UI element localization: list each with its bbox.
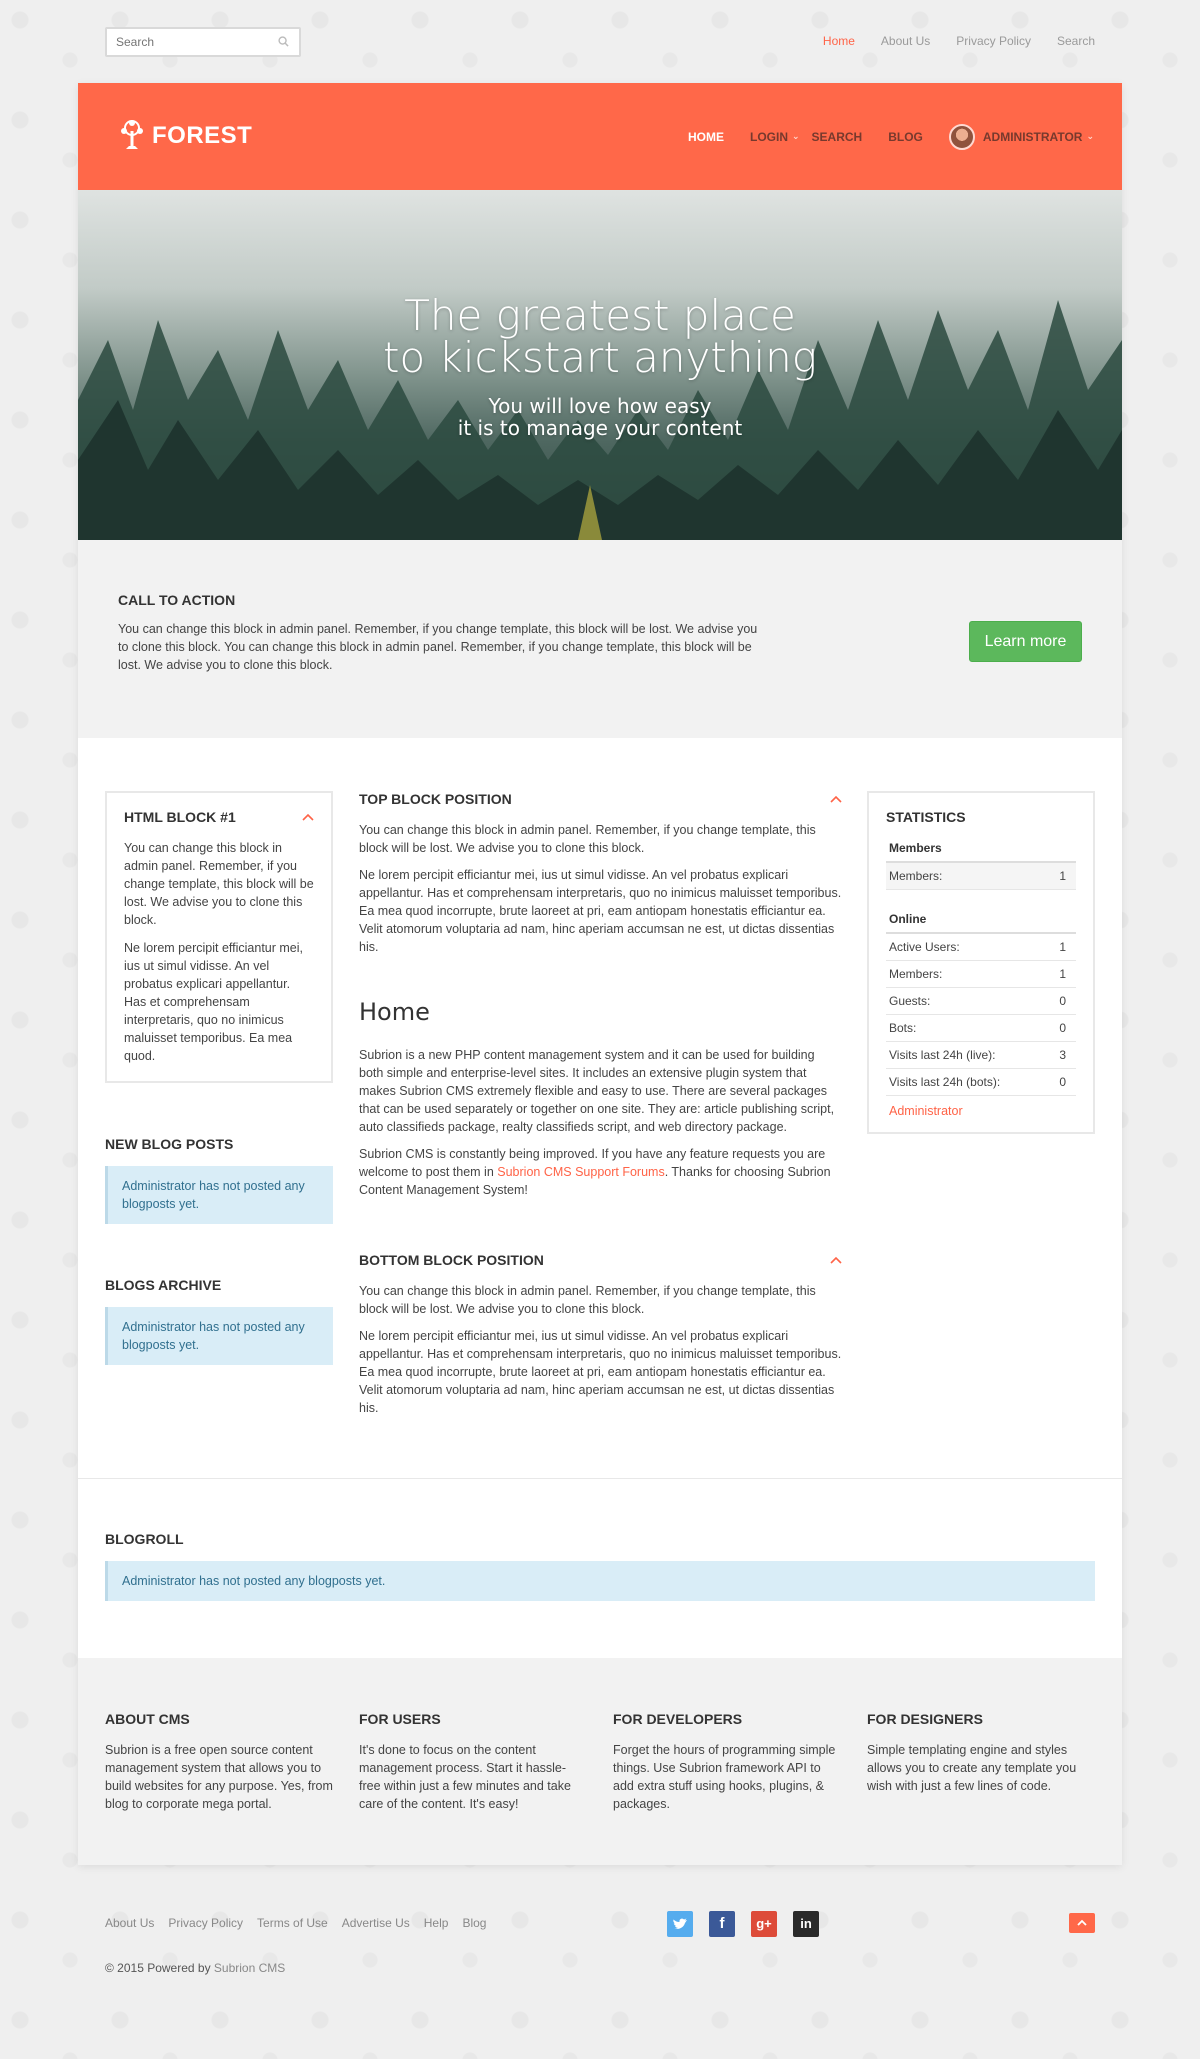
main-card: FOREST HOME LOGIN ⌄ SEARCH BLOG ADMINISTR… — [78, 83, 1122, 1865]
footer-link-privacy-policy[interactable]: Privacy Policy — [168, 1916, 243, 1930]
back-to-top-button[interactable] — [1069, 1913, 1095, 1933]
blogroll-title: BLOGROLL — [105, 1531, 184, 1547]
social-icons: f g+ in — [667, 1911, 819, 1937]
subrion-cms-link[interactable]: Subrion CMS — [214, 1961, 285, 1975]
divider — [78, 1478, 1122, 1479]
table-row: Visits last 24h (bots): 0 — [886, 1068, 1076, 1096]
cta-title: CALL TO ACTION — [118, 592, 236, 608]
bottom-block-paragraph: You can change this block in admin panel… — [359, 1284, 816, 1316]
right-sidebar: STATISTICS Members Members: 1 Online Acti… — [867, 791, 1095, 1134]
site-header: FOREST HOME LOGIN ⌄ SEARCH BLOG ADMINISTR… — [78, 83, 1122, 190]
footer-link-terms-of-use[interactable]: Terms of Use — [257, 1916, 328, 1930]
chevron-down-icon: ⌄ — [1086, 131, 1094, 141]
call-to-action: CALL TO ACTION You can change this block… — [78, 540, 1122, 738]
online-header: Online — [886, 904, 1076, 934]
hero-title: The greatest place to kickstart anything — [383, 291, 817, 382]
facebook-icon[interactable]: f — [709, 1911, 735, 1937]
footer-col-users: FOR USERS It's done to focus on the cont… — [359, 1711, 571, 1811]
learn-more-button[interactable]: Learn more — [969, 621, 1082, 662]
nav-home[interactable]: HOME — [688, 130, 724, 144]
top-block-paragraph: You can change this block in admin panel… — [359, 823, 816, 855]
chevron-up-icon[interactable] — [830, 1256, 842, 1264]
top-block-title: TOP BLOCK POSITION — [359, 791, 512, 807]
blogs-archive-title: BLOGS ARCHIVE — [105, 1277, 222, 1293]
footer-col-about: ABOUT CMS Subrion is a free open source … — [105, 1711, 333, 1811]
chevron-down-icon: ⌄ — [792, 131, 800, 141]
avatar — [948, 123, 975, 150]
site-logo-text: FOREST — [152, 122, 253, 149]
administrator-link[interactable]: Administrator — [889, 1104, 1076, 1118]
statistics-block: STATISTICS Members Members: 1 Online Acti… — [867, 791, 1095, 1134]
table-row: Active Users: 1 — [886, 933, 1076, 961]
main-nav: HOME LOGIN ⌄ SEARCH BLOG ADMINISTRATOR ⌄ — [662, 83, 1094, 190]
footer-link-advertise-us[interactable]: Advertise Us — [342, 1916, 410, 1930]
page-title: Home — [359, 998, 430, 1026]
top-bar: Home About Us Privacy Policy Search — [105, 27, 1095, 57]
nav-login[interactable]: LOGIN ⌄ — [750, 130, 800, 144]
top-link-search[interactable]: Search — [1057, 34, 1095, 48]
html-block-title: HTML BLOCK #1 — [124, 809, 236, 825]
cta-text: You can change this block in admin panel… — [118, 622, 758, 672]
blogroll-message: Administrator has not posted any blogpos… — [105, 1561, 1095, 1601]
chevron-up-icon[interactable] — [830, 795, 842, 803]
twitter-icon[interactable] — [667, 1911, 693, 1937]
left-sidebar: HTML BLOCK #1 You can change this block … — [105, 791, 333, 1365]
top-links: Home About Us Privacy Policy Search — [823, 34, 1095, 48]
top-search-field[interactable] — [105, 27, 301, 57]
chevron-up-icon — [1077, 1919, 1087, 1926]
hero-text: The greatest place to kickstart anything… — [78, 291, 1122, 440]
top-link-about-us[interactable]: About Us — [881, 34, 930, 48]
html-block-paragraph: Ne lorem percipit efficiantur mei, ius u… — [124, 941, 304, 1063]
members-table: Members Members: 1 — [886, 833, 1076, 890]
online-table: Online Active Users: 1 Members: 1 Guests: 0… — [886, 904, 1076, 1096]
chevron-up-icon[interactable] — [302, 813, 314, 821]
search-icon[interactable] — [278, 36, 289, 47]
home-paragraph: Subrion is a new PHP content management … — [359, 1048, 835, 1134]
table-row: Guests: 0 — [886, 987, 1076, 1015]
members-header: Members — [886, 833, 1076, 863]
footer-links: About Us Privacy Policy Terms of Use Adv… — [105, 1916, 486, 1930]
nav-search[interactable]: SEARCH — [812, 130, 863, 144]
table-row: Bots: 0 — [886, 1014, 1076, 1042]
new-blog-posts-message: Administrator has not posted any blogpos… — [105, 1166, 333, 1224]
footer-link-blog[interactable]: Blog — [462, 1916, 486, 1930]
nav-administrator[interactable]: ADMINISTRATOR ⌄ — [948, 123, 1094, 150]
top-search-input[interactable] — [107, 29, 267, 55]
blogroll-section: BLOGROLL Administrator has not posted an… — [105, 1531, 1095, 1601]
support-forums-link[interactable]: Subrion CMS Support Forums — [497, 1165, 664, 1179]
site-logo[interactable]: FOREST — [118, 119, 252, 153]
bottom-block-paragraph: Ne lorem percipit efficiantur mei, ius u… — [359, 1329, 842, 1415]
blogs-archive-message: Administrator has not posted any blogpos… — [105, 1307, 333, 1365]
footer-columns: ABOUT CMS Subrion is a free open source … — [78, 1658, 1122, 1865]
content-column: TOP BLOCK POSITION You can change this b… — [359, 791, 842, 1417]
html-block-paragraph: You can change this block in admin panel… — [124, 841, 314, 927]
table-row: Members: 1 — [886, 960, 1076, 988]
table-row: Members: 1 — [886, 862, 1076, 890]
footer-col-developers: FOR DEVELOPERS Forget the hours of progr… — [613, 1711, 836, 1811]
hero-banner: The greatest place to kickstart anything… — [78, 190, 1122, 540]
hero-subtitle: You will love how easy it is to manage y… — [457, 394, 743, 440]
bottom-block-title: BOTTOM BLOCK POSITION — [359, 1252, 544, 1268]
table-row: Visits last 24h (live): 3 — [886, 1041, 1076, 1069]
copyright: © 2015 Powered by Subrion CMS — [105, 1961, 286, 1975]
footer-link-about-us[interactable]: About Us — [105, 1916, 154, 1930]
new-blog-posts-title: NEW BLOG POSTS — [105, 1136, 234, 1152]
html-block: HTML BLOCK #1 You can change this block … — [105, 791, 333, 1083]
top-block-paragraph: Ne lorem percipit efficiantur mei, ius u… — [359, 868, 842, 954]
nav-blog[interactable]: BLOG — [888, 130, 923, 144]
footer-link-help[interactable]: Help — [424, 1916, 449, 1930]
google-plus-icon[interactable]: g+ — [751, 1911, 777, 1937]
statistics-title: STATISTICS — [886, 809, 966, 825]
footer-col-designers: FOR DESIGNERS Simple templating engine a… — [867, 1711, 1077, 1793]
tree-logo-icon — [121, 120, 143, 149]
home-paragraph: Subrion CMS is constantly being improved… — [359, 1147, 831, 1197]
top-link-privacy-policy[interactable]: Privacy Policy — [956, 34, 1031, 48]
top-link-home[interactable]: Home — [823, 34, 855, 48]
linkedin-icon[interactable]: in — [793, 1911, 819, 1937]
